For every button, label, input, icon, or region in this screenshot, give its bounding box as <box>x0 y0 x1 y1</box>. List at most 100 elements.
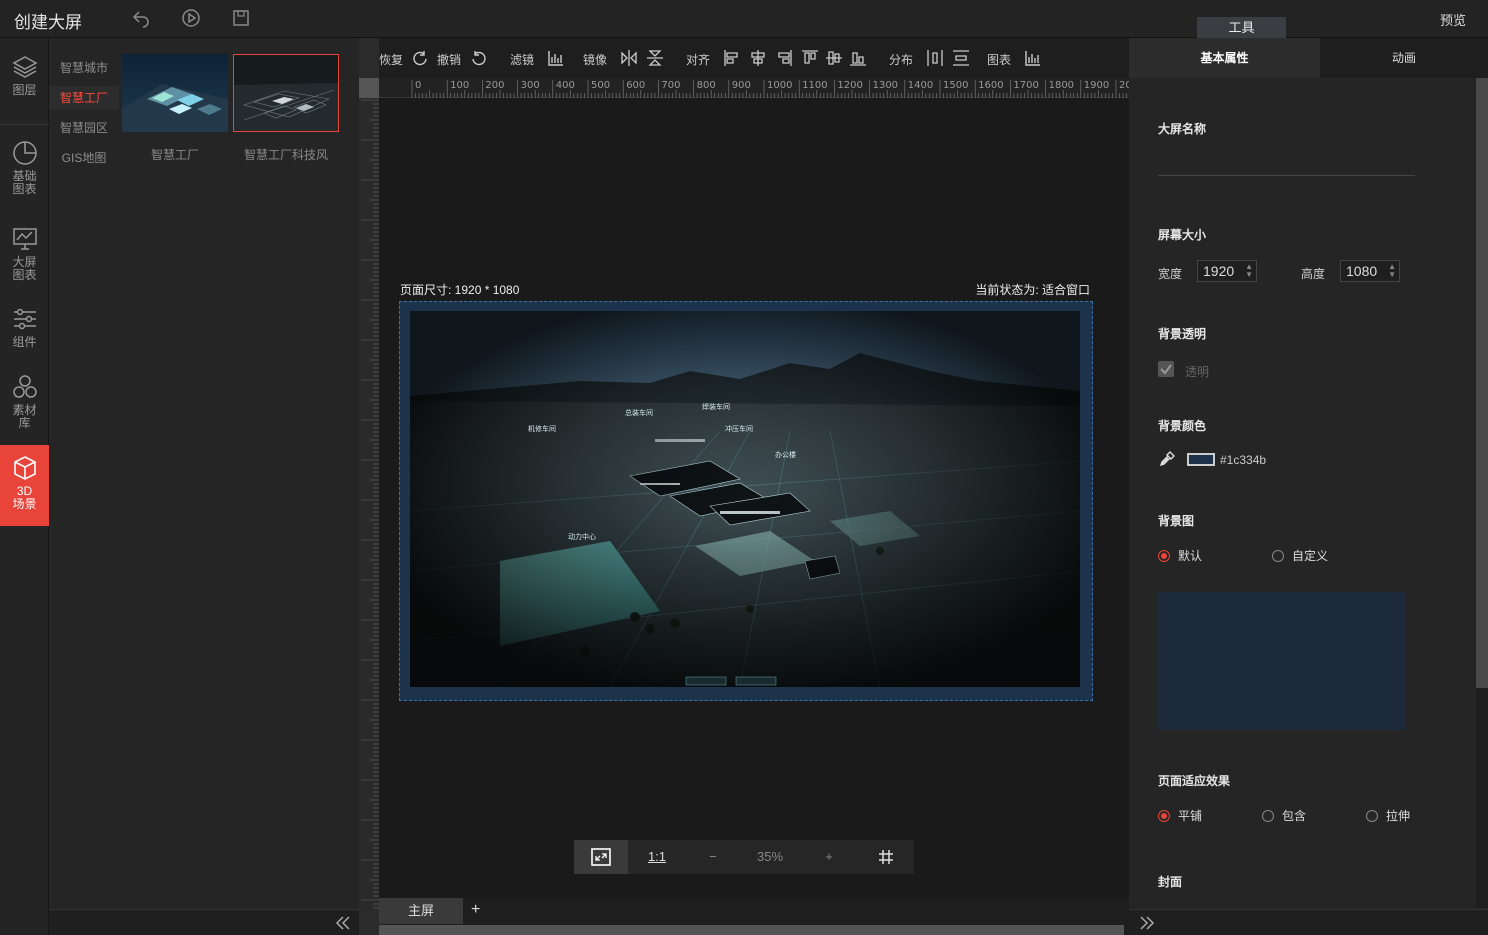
play-icon[interactable] <box>181 8 201 28</box>
scrollbar-thumb[interactable] <box>1476 78 1488 688</box>
screen-name-input[interactable] <box>1158 156 1415 176</box>
ruler-tick-label: 200 <box>485 80 504 91</box>
bg-image-label: 背景图 <box>1158 514 1195 528</box>
color-swatch[interactable] <box>1187 453 1215 466</box>
nav-3d-scene[interactable]: 3D 场景 <box>0 445 49 526</box>
scene-label: 动力中心 <box>568 532 596 541</box>
add-screen-button[interactable]: + <box>471 898 485 924</box>
ruler-tick-label: 1000 <box>767 80 792 91</box>
vertical-ruler <box>359 98 379 910</box>
tab-basic-props[interactable]: 基本属性 <box>1129 38 1320 78</box>
zoom-bar: 1:1 − 35% + <box>574 840 914 874</box>
preview-button[interactable]: 预览 <box>1440 10 1466 29</box>
nav-materials-label2: 库 <box>18 416 31 430</box>
distribute-button[interactable]: 分布 <box>889 51 913 68</box>
fit-stretch-radio[interactable]: 拉伸 <box>1366 807 1410 824</box>
bg-image-default-radio[interactable]: 默认 <box>1158 547 1202 564</box>
mirror-button[interactable]: 镜像 <box>583 51 607 68</box>
align-center-h-icon[interactable] <box>749 49 767 67</box>
nav-basic-charts[interactable]: 基础 图表 <box>0 140 49 196</box>
align-bottom-icon[interactable] <box>849 49 867 67</box>
bg-image-preview[interactable] <box>1158 592 1405 730</box>
actual-size-button[interactable]: 1:1 <box>630 840 684 874</box>
redo-icon[interactable] <box>411 49 429 67</box>
chart-icon[interactable] <box>1024 49 1042 67</box>
ruler-ticks <box>361 99 379 909</box>
horizontal-scrollbar[interactable] <box>379 925 1124 935</box>
fit-tile-radio[interactable]: 平铺 <box>1158 807 1202 824</box>
vertical-scrollbar[interactable] <box>1476 78 1488 908</box>
screen-tabs: 主屏 + <box>379 898 1129 935</box>
radio-dot <box>1158 550 1170 562</box>
nav-components[interactable]: 组件 <box>0 306 49 349</box>
current-state-label: 当前状态为: 适合窗口 <box>975 283 1090 297</box>
align-button[interactable]: 对齐 <box>686 51 710 68</box>
width-label: 宽度 <box>1158 267 1183 281</box>
fit-window-button[interactable] <box>574 840 628 874</box>
ruler-tick-label: 600 <box>626 80 645 91</box>
double-chevron-right-icon[interactable] <box>1139 916 1155 930</box>
align-left-icon[interactable] <box>723 49 741 67</box>
nav-divider <box>0 124 49 125</box>
category-smart-city[interactable]: 智慧城市 <box>49 56 119 80</box>
transparent-checkbox[interactable] <box>1158 361 1174 377</box>
save-icon[interactable] <box>231 8 251 28</box>
category-smart-factory[interactable]: 智慧工厂 <box>49 86 119 110</box>
filter-button[interactable]: 滤镜 <box>510 51 534 68</box>
bg-image-custom-radio[interactable]: 自定义 <box>1272 547 1328 564</box>
sliders-icon <box>13 308 36 330</box>
align-top-icon[interactable] <box>801 49 819 67</box>
ruler-corner <box>359 78 379 98</box>
double-chevron-left-icon[interactable] <box>335 916 351 930</box>
category-gis-map[interactable]: GIS地图 <box>49 146 119 170</box>
tools-tab[interactable]: 工具 <box>1197 17 1286 38</box>
nav-screen-charts[interactable]: 大屏 图表 <box>0 226 49 282</box>
thumbnail-smart-factory[interactable] <box>122 54 228 132</box>
bg-transparent-label: 背景透明 <box>1158 327 1207 341</box>
tab-animation[interactable]: 动画 <box>1320 38 1488 78</box>
screen-frame[interactable]: 机修车间 总装车间 冲压车间 焊装车间 办公楼 动力中心 <box>399 301 1093 701</box>
distribute-v-icon[interactable] <box>952 49 970 67</box>
category-smart-park[interactable]: 智慧园区 <box>49 116 119 140</box>
ruler-tick-label: 700 <box>661 80 680 91</box>
height-label: 高度 <box>1301 267 1326 281</box>
radio-label: 拉伸 <box>1386 809 1411 823</box>
align-right-icon[interactable] <box>775 49 793 67</box>
ruler-tick-label: 500 <box>591 80 610 91</box>
eyedropper-icon[interactable] <box>1158 450 1176 468</box>
bar-chart-icon[interactable] <box>547 49 565 67</box>
zoom-level: 35% <box>756 849 784 864</box>
scene-label: 冲压车间 <box>725 424 753 433</box>
zoom-out-button[interactable]: − <box>686 840 740 874</box>
align-middle-v-icon[interactable] <box>825 49 843 67</box>
undo-icon[interactable] <box>470 49 488 67</box>
3d-factory-scene[interactable]: 机修车间 总装车间 冲压车间 焊装车间 办公楼 动力中心 <box>410 311 1080 687</box>
undo-arrow-icon[interactable] <box>131 8 151 28</box>
ruler-ticks: 0 100 200 300 400 500 600 700 800 900 1000 1100 1200… <box>411 80 1129 98</box>
zoom-in-button[interactable]: + <box>802 840 856 874</box>
flip-horizontal-icon[interactable] <box>620 49 638 67</box>
fit-window-icon <box>591 848 611 866</box>
grid-toggle-button[interactable] <box>858 840 914 874</box>
flip-vertical-icon[interactable] <box>646 49 664 67</box>
nav-materials[interactable]: 素材 库 <box>0 374 49 430</box>
stepper-icon[interactable]: ▲ ▼ <box>1245 263 1253 279</box>
undo-button[interactable]: 撤销 <box>437 51 461 68</box>
bg-color-label: 背景颜色 <box>1158 419 1207 433</box>
fit-contain-radio[interactable]: 包含 <box>1262 807 1306 824</box>
chart-button[interactable]: 图表 <box>987 51 1011 68</box>
restore-button[interactable]: 恢复 <box>379 51 403 68</box>
editor-canvas[interactable]: 页面尺寸: 1920 * 1080 当前状态为: 适合窗口 机修车间 总装车间 … <box>379 98 1129 910</box>
thumbnail-smart-factory-tech[interactable] <box>233 54 339 132</box>
height-input[interactable]: 1080 ▲ ▼ <box>1340 260 1400 282</box>
ruler-tick-label: 900 <box>732 80 751 91</box>
scene-label: 办公楼 <box>775 450 796 459</box>
width-input[interactable]: 1920 ▲ ▼ <box>1197 260 1257 282</box>
cover-label: 封面 <box>1158 875 1183 889</box>
main-screen-tab[interactable]: 主屏 <box>379 898 463 924</box>
stepper-icon[interactable]: ▲ ▼ <box>1388 263 1396 279</box>
distribute-h-icon[interactable] <box>926 49 944 67</box>
ruler-tick-label: 100 <box>450 80 469 91</box>
nav-layers[interactable]: 图层 <box>0 54 49 97</box>
ruler-tick-label: 1100 <box>802 80 827 91</box>
